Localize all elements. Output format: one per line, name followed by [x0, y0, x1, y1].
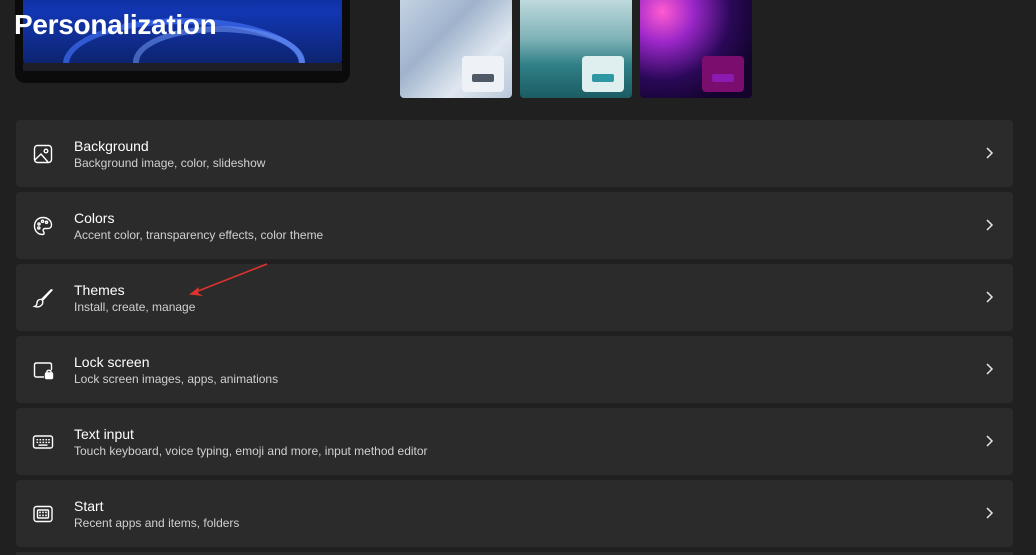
chevron-right-icon	[983, 362, 995, 376]
setting-start[interactable]: Start Recent apps and items, folders	[16, 480, 1013, 547]
theme-thumbnail-3[interactable]	[640, 0, 752, 98]
setting-description: Install, create, manage	[74, 300, 196, 314]
setting-lock-screen[interactable]: Lock screen Lock screen images, apps, an…	[16, 336, 1013, 403]
setting-title: Start	[74, 498, 104, 514]
chevron-right-icon	[983, 506, 995, 520]
setting-description: Accent color, transparency effects, colo…	[74, 228, 324, 242]
setting-title: Themes	[74, 282, 125, 298]
lock-screen-icon	[32, 359, 54, 381]
setting-title: Colors	[74, 210, 115, 226]
setting-colors[interactable]: Colors Accent color, transparency effect…	[16, 192, 1013, 259]
keyboard-icon	[32, 431, 54, 453]
setting-title: Text input	[74, 426, 134, 442]
brush-icon	[32, 287, 54, 309]
setting-background[interactable]: Background Background image, color, slid…	[16, 120, 1013, 187]
chevron-right-icon	[983, 218, 995, 232]
setting-themes[interactable]: Themes Install, create, manage	[16, 264, 1013, 331]
chevron-right-icon	[983, 290, 995, 304]
image-icon	[32, 143, 54, 165]
theme-thumbnail-1[interactable]	[400, 0, 512, 98]
settings-window: Personalization Background Background im…	[0, 0, 1036, 555]
setting-description: Background image, color, slideshow	[74, 156, 266, 170]
setting-description: Lock screen images, apps, animations	[74, 372, 279, 386]
preview-taskbar	[23, 63, 342, 71]
setting-title: Background	[74, 138, 149, 154]
setting-title: Lock screen	[74, 354, 150, 370]
page-title: Personalization	[14, 9, 217, 40]
settings-list: Background Background image, color, slid…	[16, 120, 1013, 552]
chevron-right-icon	[983, 146, 995, 160]
setting-description: Recent apps and items, folders	[74, 516, 240, 530]
setting-description: Touch keyboard, voice typing, emoji and …	[74, 444, 428, 458]
chevron-right-icon	[983, 434, 995, 448]
theme-thumbnail-2[interactable]	[520, 0, 632, 98]
palette-icon	[32, 215, 54, 237]
start-icon	[32, 503, 54, 525]
setting-text-input[interactable]: Text input Touch keyboard, voice typing,…	[16, 408, 1013, 475]
